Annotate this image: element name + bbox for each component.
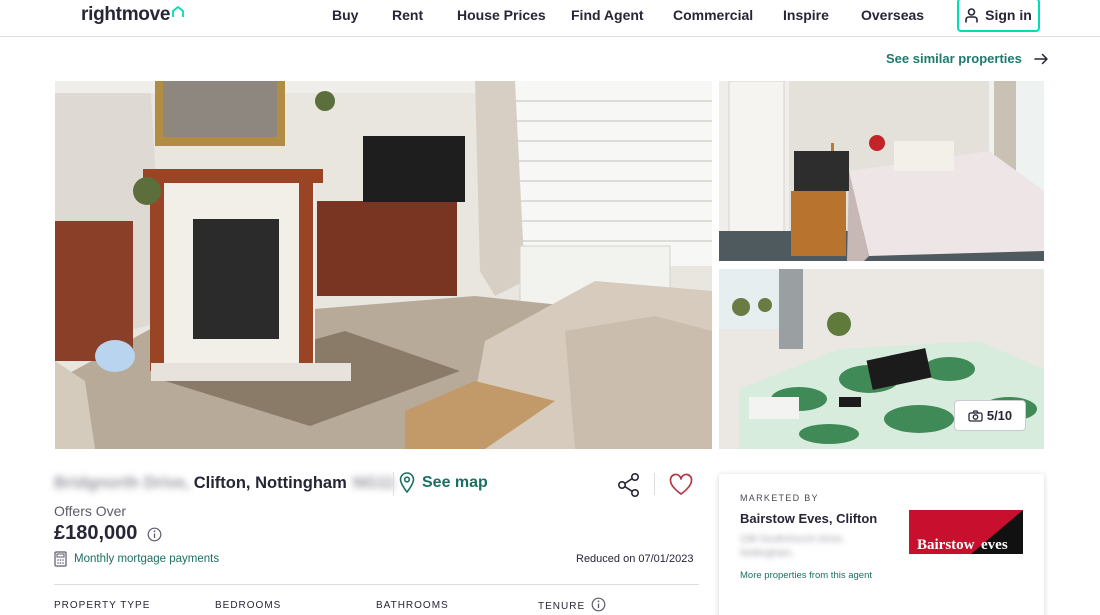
photo-count-label: 5/10 [986, 408, 1013, 423]
more-agent-properties-link[interactable]: More properties from this agent [740, 570, 872, 581]
see-similar-properties-link[interactable]: See similar properties [886, 51, 1049, 66]
mortgage-payments-link[interactable]: Monthly mortgage payments [54, 551, 219, 567]
rightmove-logo[interactable]: rightmove [81, 4, 185, 26]
agent-logo-text-left: Bairstow [917, 537, 975, 553]
bedrooms-label: BEDROOMS [215, 600, 282, 611]
logo-text: rightmove [81, 4, 171, 25]
see-map-label: See map [422, 473, 488, 491]
marketed-by-label: MARKETED BY [740, 493, 819, 503]
agent-logo-text-right: eves [981, 537, 1008, 553]
price-qualifier: Offers Over [54, 503, 127, 519]
tenure-info-icon[interactable] [591, 597, 606, 612]
share-icon [617, 472, 640, 497]
key-feature-tenure: TENURE [538, 597, 606, 612]
icon-divider [654, 473, 655, 495]
agent-address-line-1: 238 Southchurch Drive, [740, 534, 845, 545]
nav-commercial[interactable]: Commercial [673, 7, 753, 23]
agent-logo[interactable]: Bairstow eves [909, 510, 1023, 554]
agent-address-line-2: Nottingham, [740, 548, 794, 559]
heart-icon [669, 473, 693, 495]
agent-address-redacted: 238 Southchurch Drive, Nottingham, [740, 533, 845, 561]
camera-icon [968, 409, 983, 422]
price: £180,000 [54, 522, 138, 544]
calculator-icon [54, 551, 67, 567]
see-map-link[interactable]: See map [399, 472, 488, 493]
photo-bedroom-one[interactable] [719, 81, 1044, 261]
nav-rent[interactable]: Rent [392, 7, 423, 23]
address-divider [393, 472, 394, 496]
agent-name[interactable]: Bairstow Eves, Clifton [740, 511, 877, 526]
main-photo-living-room[interactable] [55, 81, 712, 449]
map-pin-icon [399, 472, 415, 493]
site-header: rightmove Buy Rent House Prices Find Age… [0, 0, 1100, 37]
nav-buy[interactable]: Buy [332, 7, 358, 23]
arrow-right-icon [1034, 53, 1048, 64]
key-feature-bedrooms: BEDROOMS [215, 600, 281, 611]
property-type-label: PROPERTY TYPE [54, 600, 151, 611]
address-postcode-redacted: NG11 [352, 474, 395, 492]
see-similar-label: See similar properties [886, 51, 1022, 66]
nav-inspire[interactable]: Inspire [783, 7, 829, 23]
address-street-redacted: Bridgnorth Drive, [54, 474, 190, 492]
sign-in-button[interactable]: Sign in [957, 0, 1040, 32]
nav-find-agent[interactable]: Find Agent [571, 7, 644, 23]
house-roof-icon [172, 6, 185, 17]
price-info-icon[interactable] [147, 527, 162, 547]
user-icon [965, 7, 978, 22]
save-favourite-button[interactable] [668, 472, 694, 498]
property-address: Bridgnorth Drive, Clifton, Nottingham NG… [54, 474, 395, 493]
key-feature-bathrooms: BATHROOMS [376, 600, 449, 611]
address-area: Clifton, Nottingham [193, 474, 347, 492]
key-feature-property-type: PROPERTY TYPE [54, 600, 150, 611]
photo-count-button[interactable]: 5/10 [954, 400, 1026, 431]
share-button[interactable] [616, 472, 642, 498]
tenure-label: TENURE [538, 600, 586, 612]
sign-in-label: Sign in [985, 7, 1032, 23]
reduced-date: Reduced on 07/01/2023 [576, 553, 694, 565]
bathrooms-label: BATHROOMS [376, 600, 449, 611]
section-divider [54, 584, 699, 585]
nav-overseas[interactable]: Overseas [861, 7, 924, 23]
mortgage-label: Monthly mortgage payments [74, 553, 220, 565]
nav-house-prices[interactable]: House Prices [457, 7, 546, 23]
agent-card: MARKETED BY Bairstow Eves, Clifton 238 S… [719, 474, 1044, 615]
